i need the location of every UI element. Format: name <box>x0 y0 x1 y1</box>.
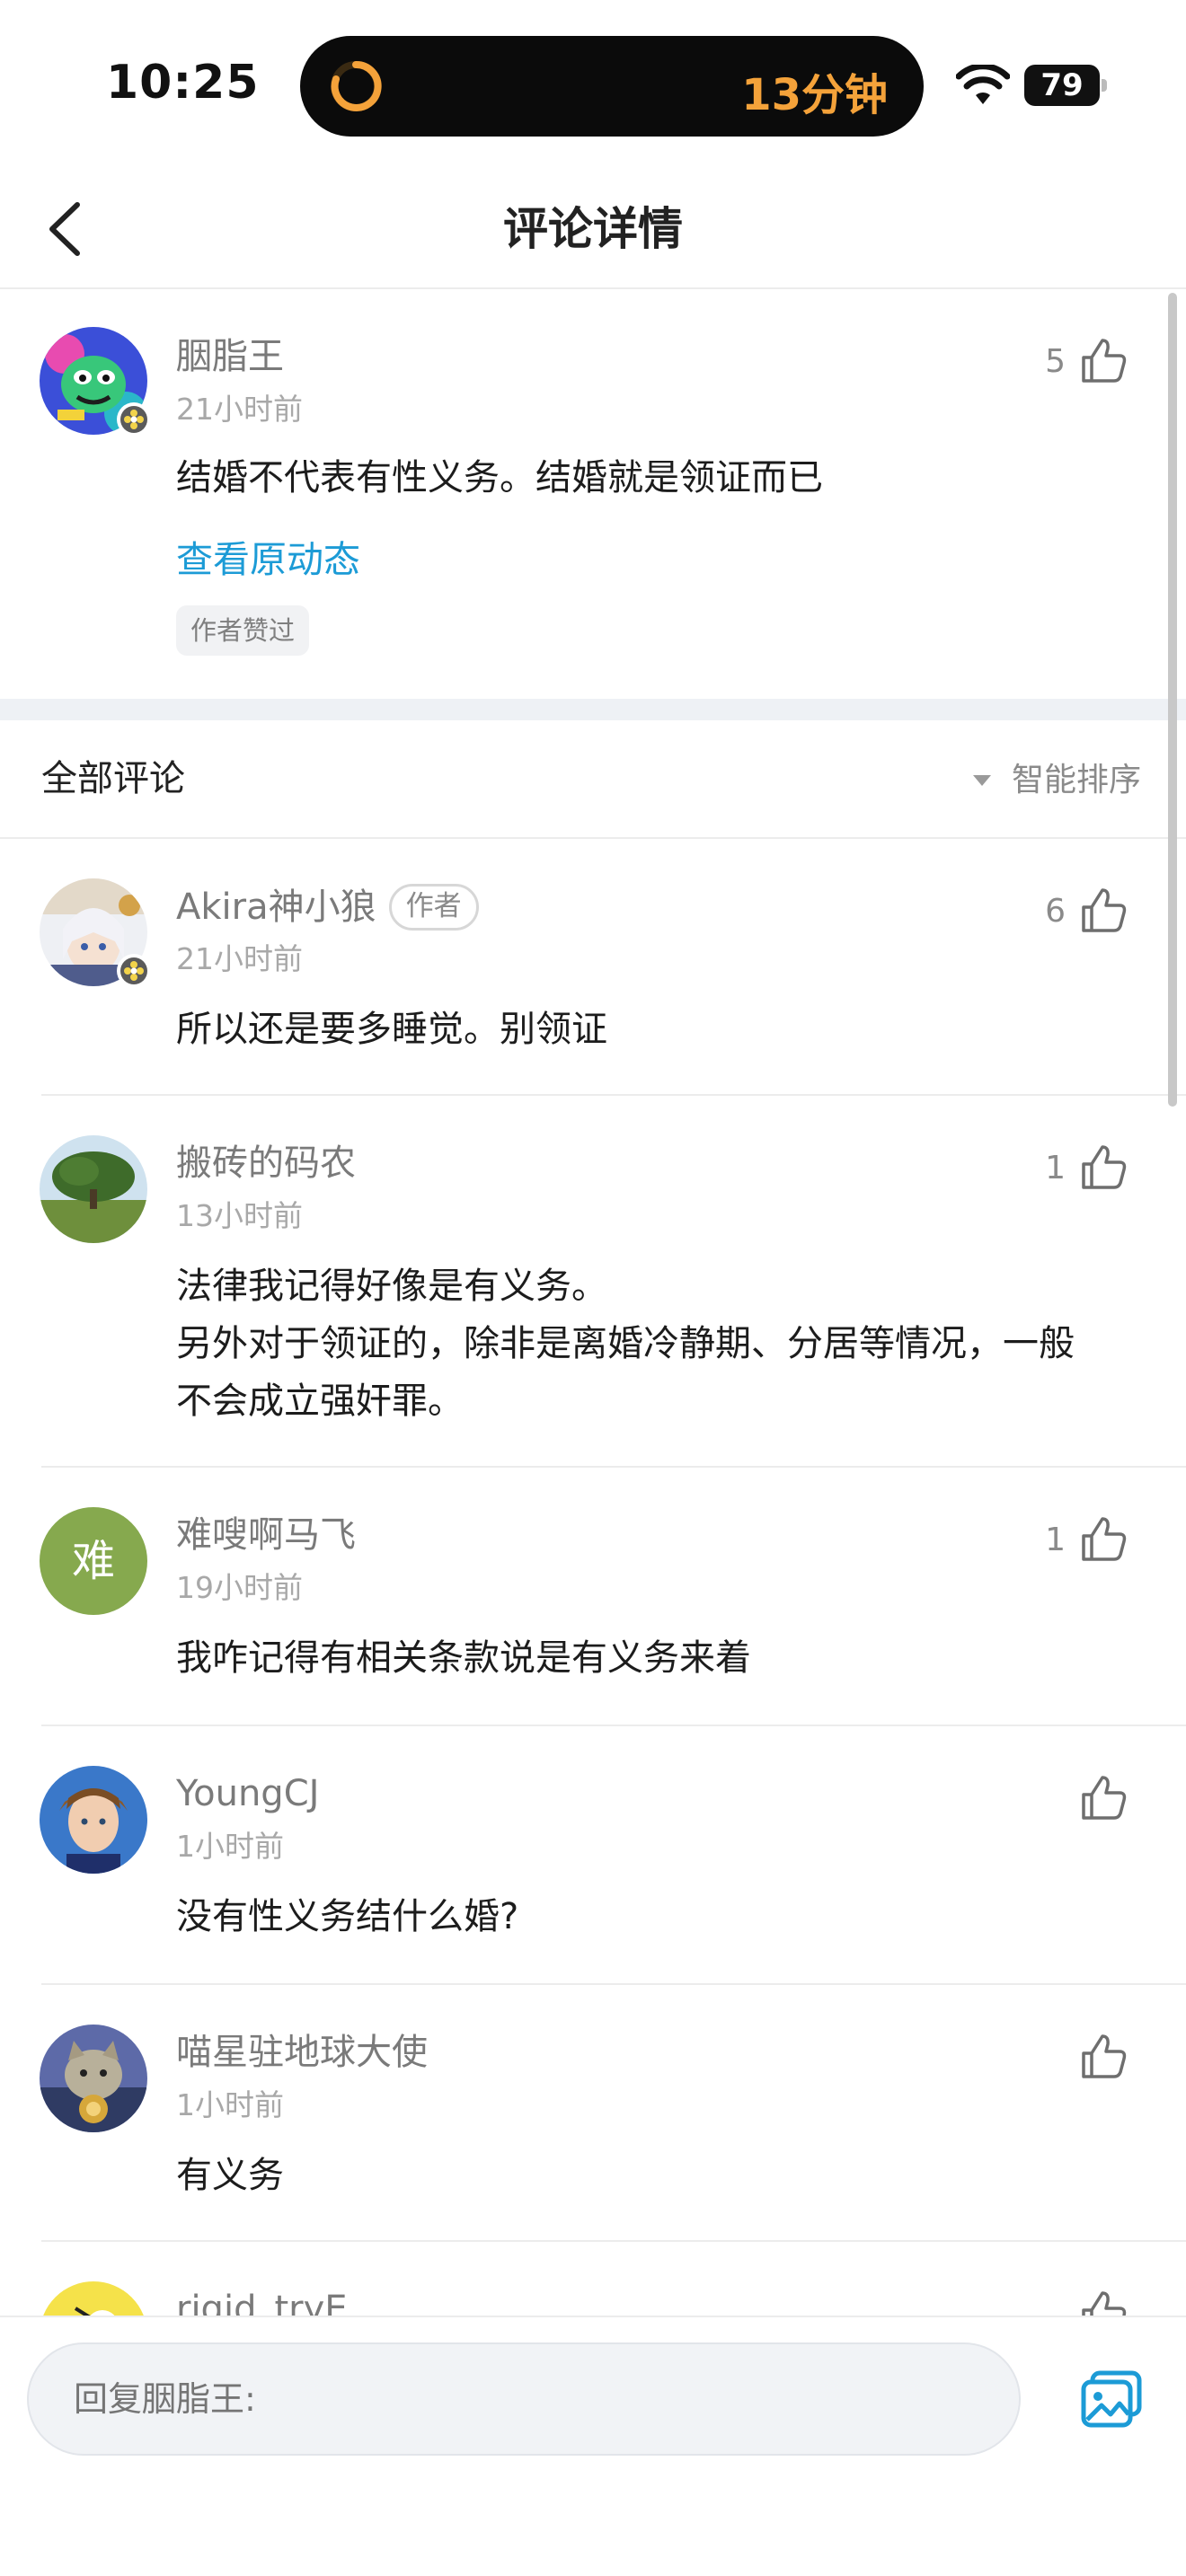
comment-item: 搬砖的码农 13小时前 1 法律我记得好像是有义务。 另外对于领证的，除非是离婚… <box>0 1096 1186 1468</box>
username[interactable]: 难嗖啊马飞 <box>176 1513 356 1557</box>
nav-bar: 评论详情 <box>0 171 1186 289</box>
thumbs-up-icon[interactable] <box>1078 2032 1128 2082</box>
comment-item: YoungCJ 1小时前 没有性义务结什么婚? <box>0 1726 1186 1985</box>
comment-time: 19小时前 <box>176 1570 303 1605</box>
avatar-image <box>40 1766 147 1874</box>
dynamic-island[interactable]: 13分钟 <box>300 36 924 137</box>
comment-detail-screen: 10:25 13分钟 79 评论详情 胭脂王 21小时前 5 结婚不代表有性义务… <box>0 0 1186 2576</box>
flower-badge-icon <box>120 957 147 984</box>
all-comments-header: 全部评论 智能排序 <box>0 720 1186 839</box>
view-original-post-link[interactable]: 查看原动态 <box>176 535 360 584</box>
comment-time: 13小时前 <box>176 1198 303 1233</box>
verified-badge <box>117 954 151 988</box>
thumbs-up-icon[interactable] <box>1078 1514 1128 1565</box>
reply-bar <box>0 2316 1186 2576</box>
timer-icon <box>331 60 382 111</box>
comment-text: 结婚不代表有性义务。结婚就是领证而已 <box>176 457 823 498</box>
thumbs-up-icon[interactable] <box>1078 1773 1128 1823</box>
comment-text: 所以还是要多睡觉。别领证 <box>176 1009 607 1050</box>
thumbs-up-icon[interactable] <box>1078 1142 1128 1193</box>
sort-label: 智能排序 <box>1011 762 1141 798</box>
author-liked-tag: 作者赞过 <box>176 605 310 656</box>
comment-time: 21小时前 <box>176 392 303 427</box>
flower-badge-icon <box>120 406 147 433</box>
comment-item: 喵星驻地球大使 1小时前 有义务 <box>0 1985 1186 2242</box>
avatar[interactable]: 难 <box>40 1507 147 1615</box>
avatar-image <box>40 2025 147 2132</box>
reply-input[interactable] <box>27 2342 1021 2456</box>
username[interactable]: Akira神小狼 <box>176 887 376 928</box>
comment-text: 有义务 <box>176 2155 284 2196</box>
comment-time: 1小时前 <box>176 2087 284 2122</box>
sort-selector[interactable]: 智能排序 <box>970 758 1141 803</box>
comment-line: 不会成立强奸罪。 <box>176 1381 464 1422</box>
avatar[interactable] <box>40 2025 147 2132</box>
username[interactable]: 搬砖的码农 <box>176 1141 356 1186</box>
comment-text: 法律我记得好像是有义务。 另外对于领证的，除非是离婚冷静期、分居等情况，一般 不… <box>176 1257 1146 1430</box>
battery-level: 79 <box>1040 67 1084 103</box>
username-row: Akira神小狼 作者 <box>176 884 479 931</box>
comment-item: 难 难嗖啊马飞 19小时前 1 我咋记得有相关条款说是有义务来着 <box>0 1468 1186 1726</box>
section-divider <box>0 699 1186 720</box>
verified-badge <box>117 402 151 437</box>
comment-text: 我咋记得有相关条款说是有义务来着 <box>176 1637 751 1679</box>
avatar-image <box>40 1135 147 1243</box>
scrollbar[interactable] <box>1168 293 1177 1107</box>
username[interactable]: YoungCJ <box>176 1771 319 1816</box>
like-count: 1 <box>1045 1522 1066 1558</box>
battery-tip <box>1102 79 1107 92</box>
battery-body: 79 <box>1024 65 1100 106</box>
original-comment: 胭脂王 21小时前 5 结婚不代表有性义务。结婚就是领证而已 查看原动态 作者赞… <box>0 289 1186 699</box>
avatar[interactable] <box>40 1766 147 1874</box>
all-comments-title: 全部评论 <box>41 758 185 799</box>
status-time: 10:25 <box>106 56 260 110</box>
caret-down-icon <box>972 775 991 786</box>
comment-item: Akira神小狼 作者 21小时前 6 所以还是要多睡觉。别领证 <box>0 839 1186 1096</box>
avatar[interactable] <box>40 1135 147 1243</box>
comment-time: 21小时前 <box>176 941 303 976</box>
comment-line: 法律我记得好像是有义务。 <box>176 1266 607 1307</box>
timer-text: 13分钟 <box>741 70 888 120</box>
username[interactable]: 喵星驻地球大使 <box>176 2030 428 2075</box>
wifi-icon <box>956 65 1010 104</box>
thumbs-up-icon[interactable] <box>1078 886 1128 936</box>
like-count: 5 <box>1045 343 1066 380</box>
status-bar: 10:25 13分钟 79 <box>0 0 1186 171</box>
comment-time: 1小时前 <box>176 1829 284 1864</box>
username[interactable]: 胭脂王 <box>176 334 284 379</box>
like-count: 1 <box>1045 1150 1066 1187</box>
like-count: 6 <box>1045 893 1066 930</box>
page-title: 评论详情 <box>503 203 683 255</box>
comment-text: 没有性义务结什么婚? <box>176 1896 519 1937</box>
battery-icon: 79 <box>1024 65 1107 106</box>
thumbs-up-icon[interactable] <box>1078 336 1128 386</box>
comment-line: 另外对于领证的，除非是离婚冷静期、分居等情况，一般 <box>176 1323 1075 1364</box>
image-upload-icon[interactable] <box>1080 2369 1143 2429</box>
author-badge: 作者 <box>388 884 479 931</box>
